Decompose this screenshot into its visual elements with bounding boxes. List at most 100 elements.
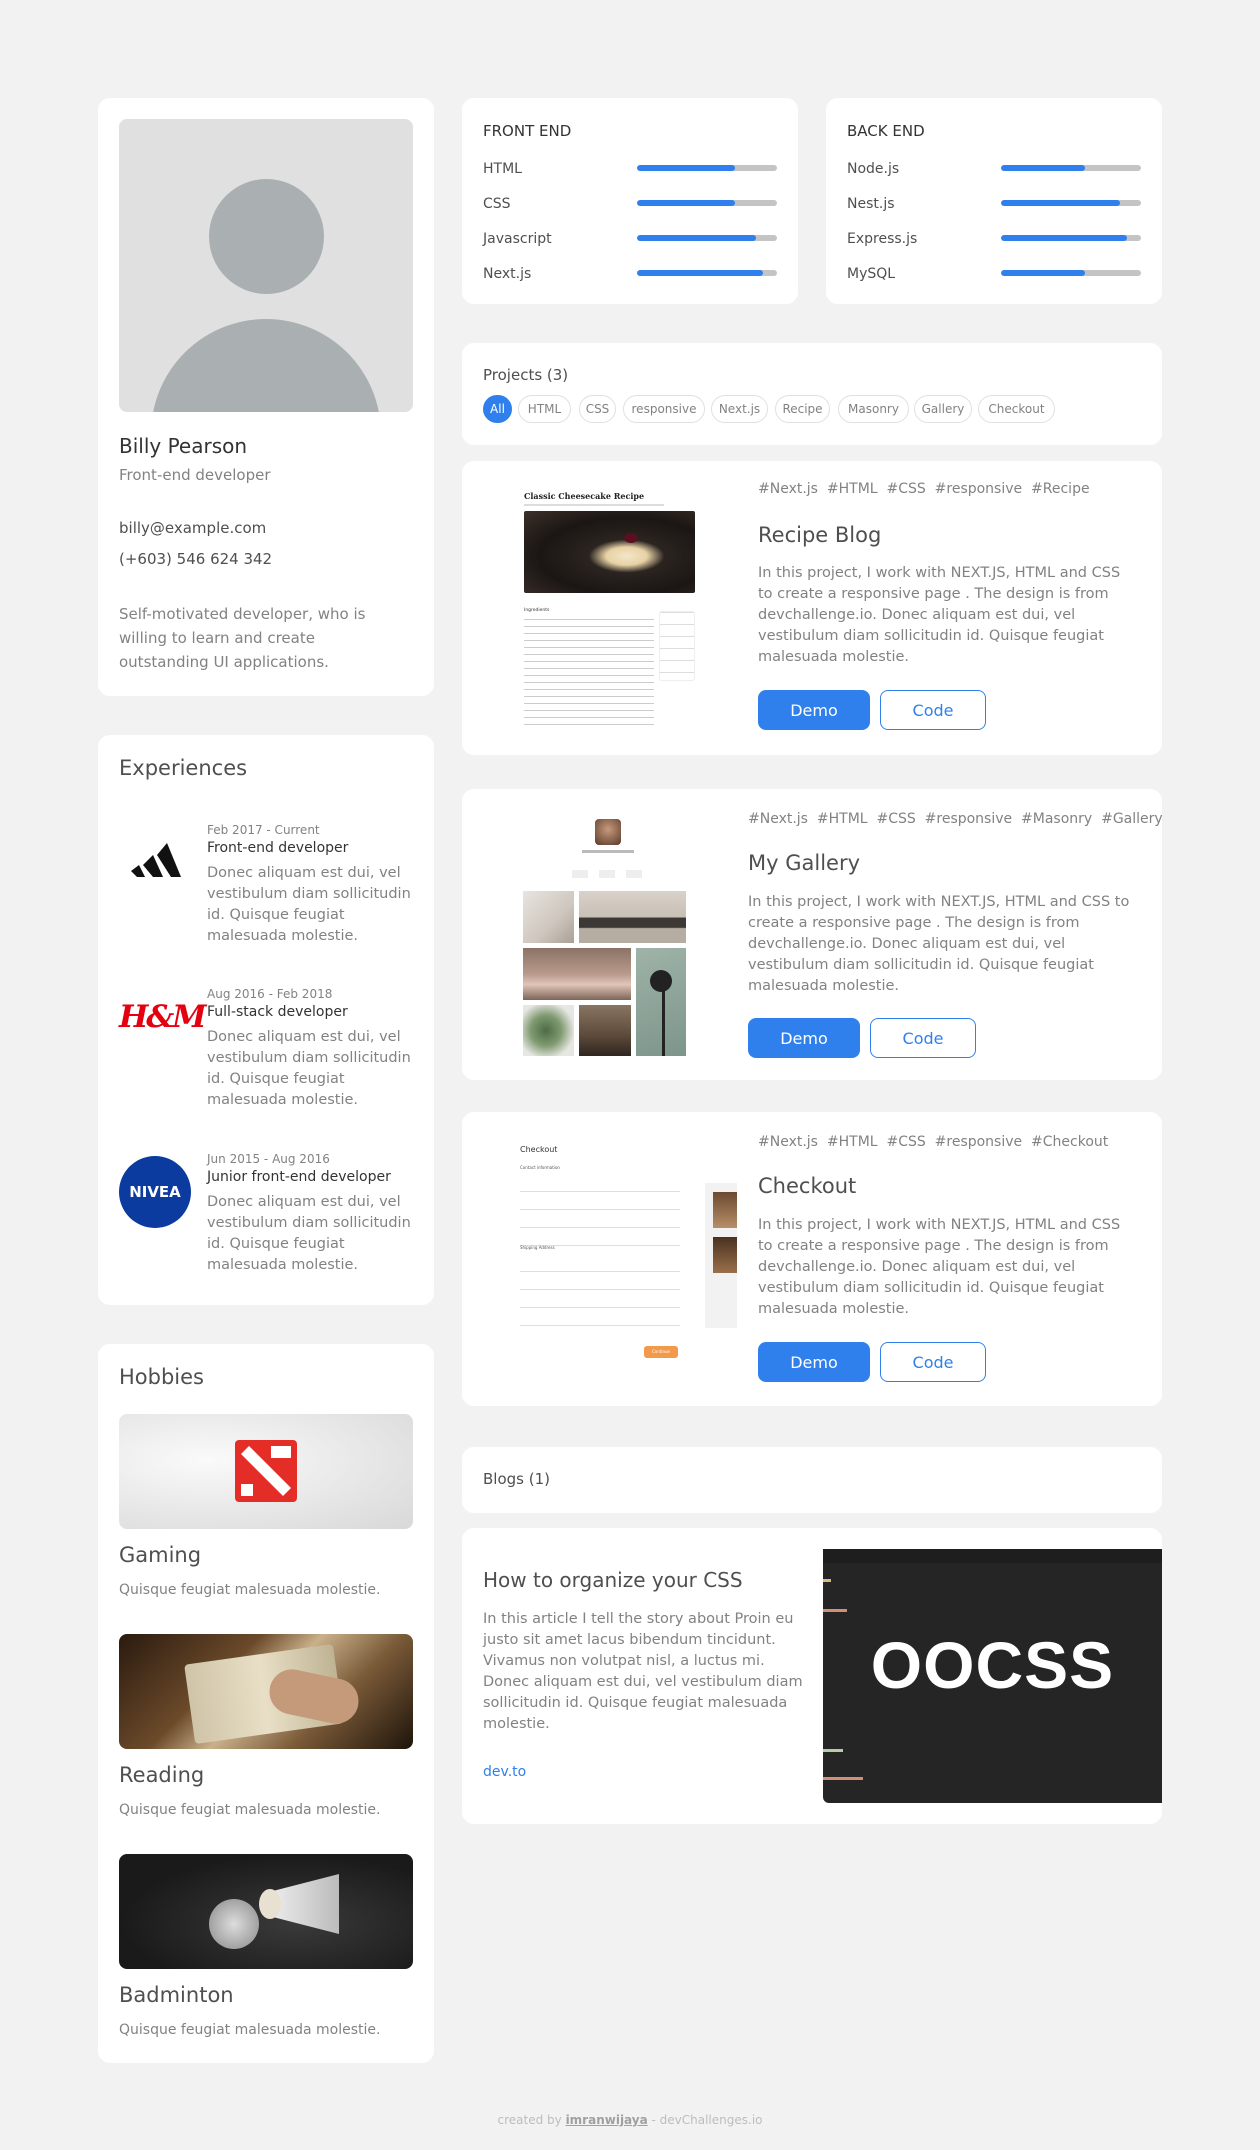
skill-row: MySQL <box>847 263 1141 283</box>
filter-nextjs[interactable]: Next.js <box>711 395 768 423</box>
demo-button[interactable]: Demo <box>758 1342 870 1382</box>
skill-bar-fill <box>637 270 763 276</box>
skill-bar <box>1001 235 1141 241</box>
experience-item: H&M Aug 2016 - Feb 2018 Full-stack devel… <box>119 987 419 1127</box>
blogs-header-card: Blogs (1) <box>462 1447 1162 1513</box>
blogs-title: Blogs (1) <box>483 1470 550 1488</box>
profile-card: Billy Pearson Front-end developer billy@… <box>98 98 434 696</box>
code-button[interactable]: Code <box>880 1342 986 1382</box>
filter-checkout[interactable]: Checkout <box>978 395 1055 423</box>
gallery-photo <box>523 891 574 943</box>
skill-row: Javascript <box>483 228 777 248</box>
experience-date: Jun 2015 - Aug 2016 <box>207 1152 330 1166</box>
badminton-image <box>119 1854 413 1969</box>
reading-image <box>119 1634 413 1749</box>
profile-phone: (+603) 546 624 342 <box>119 550 273 568</box>
skill-row: Nest.js <box>847 193 1141 213</box>
projects-title: Projects (3) <box>483 366 569 384</box>
hobbies-card: Hobbies Gaming Quisque feugiat malesuada… <box>98 1344 434 2063</box>
skill-name: Node.js <box>847 161 900 177</box>
filter-recipe[interactable]: Recipe <box>775 395 830 423</box>
front-end-heading: FRONT END <box>483 122 572 140</box>
skill-name: MySQL <box>847 266 896 282</box>
experience-date: Feb 2017 - Current <box>207 823 320 837</box>
skill-name: CSS <box>483 196 511 212</box>
filter-all[interactable]: All <box>483 395 512 423</box>
filter-html[interactable]: HTML <box>518 395 571 423</box>
cheesecake-photo <box>524 511 695 593</box>
experiences-card: Experiences Feb 2017 - Current Front-end… <box>98 735 434 1305</box>
dota-logo-icon <box>235 1440 297 1502</box>
footer-author-link[interactable]: imranwijaya <box>566 2113 648 2127</box>
experience-date: Aug 2016 - Feb 2018 <box>207 987 333 1001</box>
project-tags: #Next.js #HTML #CSS #responsive #Recipe <box>758 481 1090 497</box>
experience-desc: Donec aliquam est dui, vel vestibulum di… <box>207 865 411 944</box>
gallery-photo <box>636 948 686 1056</box>
skill-bar <box>637 270 777 276</box>
hobbies-title: Hobbies <box>119 1365 204 1389</box>
filter-css[interactable]: CSS <box>579 395 616 423</box>
skill-bar-fill <box>1001 165 1085 171</box>
experience-item: Feb 2017 - Current Front-end developer D… <box>119 823 419 963</box>
profile-title: Front-end developer <box>119 466 271 484</box>
hobby-name: Reading <box>119 1763 205 1787</box>
demo-button[interactable]: Demo <box>758 690 870 730</box>
skill-bar-fill <box>1001 270 1085 276</box>
hobby-desc: Quisque feugiat malesuada molestie. <box>119 2022 381 2038</box>
code-button[interactable]: Code <box>870 1018 976 1058</box>
project-thumbnail: Classic Cheesecake Recipe Ingredients <box>516 491 706 736</box>
blog-post-desc: In this article I tell the story about P… <box>483 1611 803 1732</box>
blog-post-image: OOCSS <box>823 1549 1162 1803</box>
skill-bar-fill <box>1001 235 1127 241</box>
project-card-recipe-blog: Classic Cheesecake Recipe Ingredients #N… <box>462 461 1162 755</box>
blog-post-card: How to organize your CSS In this article… <box>462 1528 1162 1824</box>
project-thumbnail <box>522 819 692 1064</box>
project-desc: In this project, I work with NEXT.JS, HT… <box>758 1217 1121 1317</box>
skill-bar <box>637 235 777 241</box>
demo-button[interactable]: Demo <box>748 1018 860 1058</box>
experience-role: Junior front-end developer <box>207 1169 391 1185</box>
skill-bar-fill <box>637 165 735 171</box>
hobby-desc: Quisque feugiat malesuada molestie. <box>119 1582 381 1598</box>
skill-name: HTML <box>483 161 522 177</box>
project-title: My Gallery <box>748 851 861 875</box>
blog-post-title[interactable]: How to organize your CSS <box>483 1568 743 1592</box>
skill-bar <box>1001 270 1141 276</box>
gallery-photo <box>523 1005 574 1056</box>
skill-bar-fill <box>637 235 756 241</box>
blog-post-link[interactable]: dev.to <box>483 1764 526 1780</box>
code-button[interactable]: Code <box>880 690 986 730</box>
skill-row: CSS <box>483 193 777 213</box>
profile-email[interactable]: billy@example.com <box>119 519 266 537</box>
nivea-logo: NIVEA <box>119 1156 191 1228</box>
project-title: Recipe Blog <box>758 523 882 547</box>
filter-masonry[interactable]: Masonry <box>838 395 909 423</box>
adidas-logo <box>129 837 181 881</box>
project-tags: #Next.js #HTML #CSS #responsive #Checkou… <box>758 1134 1109 1150</box>
project-card-checkout: Checkout Contact information Shipping Ad… <box>462 1112 1162 1406</box>
experience-role: Front-end developer <box>207 840 349 856</box>
avatar <box>119 119 413 412</box>
skill-row: Express.js <box>847 228 1141 248</box>
project-thumbnail: Checkout Contact information Shipping Ad… <box>520 1145 740 1390</box>
hobby-name: Gaming <box>119 1543 202 1567</box>
footer: created by imranwijaya - devChallenges.i… <box>497 2113 763 2127</box>
experience-desc: Donec aliquam est dui, vel vestibulum di… <box>207 1029 411 1108</box>
gallery-photo <box>523 948 631 1000</box>
hobby-desc: Quisque feugiat malesuada molestie. <box>119 1802 381 1818</box>
skill-bar-fill <box>637 200 735 206</box>
front-end-skills-card: FRONT END HTML CSS Javascript Next.js <box>462 98 798 304</box>
filter-gallery[interactable]: Gallery <box>914 395 972 423</box>
experience-role: Full-stack developer <box>207 1004 348 1020</box>
experience-desc: Donec aliquam est dui, vel vestibulum di… <box>207 1194 411 1273</box>
skill-name: Javascript <box>483 231 552 247</box>
experience-item: NIVEA Jun 2015 - Aug 2016 Junior front-e… <box>119 1152 419 1292</box>
gallery-photo <box>579 1005 631 1056</box>
skill-row: Next.js <box>483 263 777 283</box>
project-tags: #Next.js #HTML #CSS #responsive #Masonry… <box>748 811 1163 827</box>
back-end-skills-card: BACK END Node.js Nest.js Express.js MySQ… <box>826 98 1162 304</box>
projects-header-card: Projects (3) <box>462 343 1162 445</box>
filter-responsive[interactable]: responsive <box>623 395 705 423</box>
skill-name: Next.js <box>483 266 532 282</box>
skill-bar <box>637 200 777 206</box>
